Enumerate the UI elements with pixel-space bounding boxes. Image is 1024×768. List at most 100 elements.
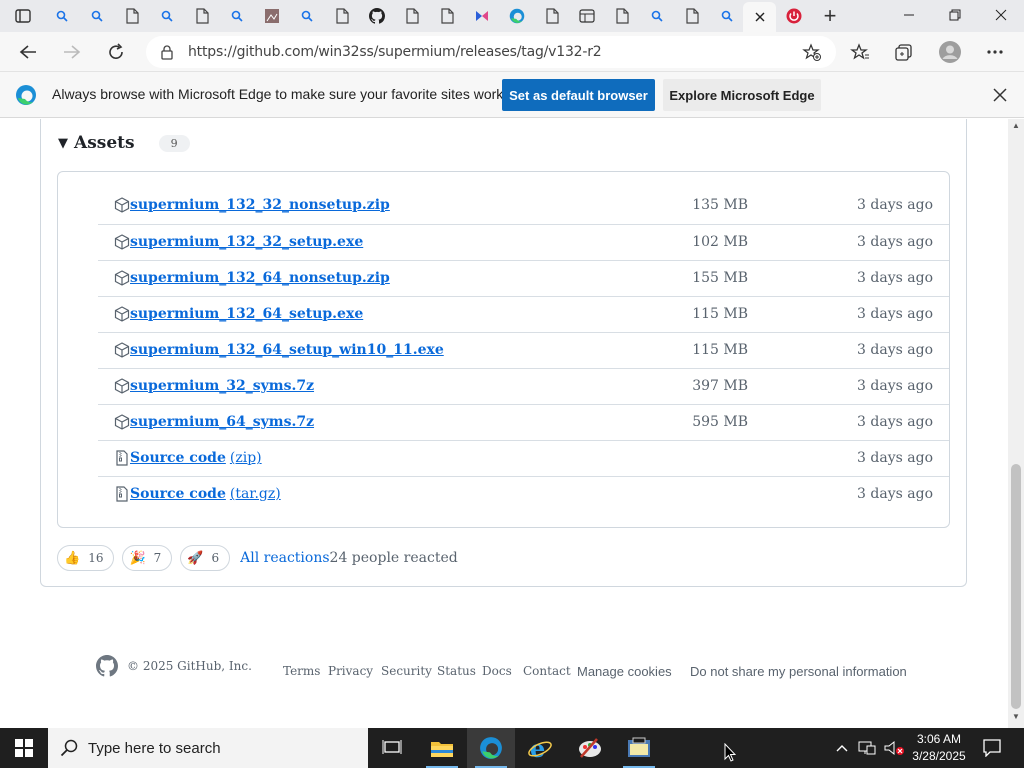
asset-download-link[interactable]: supermium_64_syms.7z: [130, 414, 314, 430]
asset-row: Source code (zip) 3 days ago: [98, 440, 949, 476]
site-footer: © 2025 GitHub, Inc. Terms Privacy Securi…: [0, 655, 1008, 685]
browser-tab[interactable]: [605, 2, 638, 32]
browser-tab[interactable]: [500, 2, 533, 32]
file-zip-icon: [114, 486, 130, 502]
profile-button[interactable]: [934, 36, 966, 68]
asset-format: (zip): [229, 450, 262, 466]
browser-tab[interactable]: [80, 2, 113, 32]
refresh-button[interactable]: [100, 36, 132, 68]
package-icon: [114, 414, 130, 430]
browser-tab[interactable]: [535, 2, 568, 32]
page-scrollbar[interactable]: ▲ ▼: [1008, 119, 1024, 728]
browser-tab[interactable]: [290, 2, 323, 32]
browser-tab[interactable]: [777, 2, 810, 32]
taskbar-file-explorer[interactable]: [418, 728, 466, 768]
back-button[interactable]: [12, 36, 44, 68]
search-icon: [231, 10, 243, 25]
grid-icon: [578, 8, 595, 26]
browser-tab[interactable]: [185, 2, 218, 32]
browser-tab[interactable]: [430, 2, 463, 32]
add-favorite-icon[interactable]: [802, 43, 822, 61]
browser-tab[interactable]: [570, 2, 603, 32]
browser-tab[interactable]: [45, 2, 78, 32]
windows-logo-icon: [15, 739, 33, 757]
taskbar-internet-explorer[interactable]: e: [516, 728, 564, 768]
assets-toggle[interactable]: ▼ Assets 9: [58, 133, 190, 153]
scroll-down-arrow-icon[interactable]: ▼: [1008, 712, 1024, 726]
close-infobar-button[interactable]: [988, 83, 1012, 107]
browser-tab[interactable]: [220, 2, 253, 32]
footer-link-contact[interactable]: Contact: [523, 664, 571, 678]
browser-tab[interactable]: [675, 2, 708, 32]
page-icon: [125, 7, 139, 27]
scroll-up-arrow-icon[interactable]: ▲: [1008, 121, 1024, 135]
thumbs-up-icon: 👍: [64, 550, 81, 566]
taskbar-edge[interactable]: [467, 728, 515, 768]
footer-link-terms[interactable]: Terms: [283, 664, 320, 678]
tab-actions-button[interactable]: [8, 4, 38, 28]
system-tray: [836, 728, 906, 768]
asset-download-link[interactable]: supermium_132_32_nonsetup.zip: [130, 197, 390, 213]
set-default-browser-button[interactable]: Set as default browser: [502, 79, 655, 111]
new-tab-button[interactable]: +: [815, 2, 845, 30]
start-button[interactable]: [0, 728, 48, 768]
file-zip-icon: [114, 450, 130, 466]
asset-download-link[interactable]: supermium_132_64_setup.exe: [130, 306, 363, 322]
volume-muted-icon[interactable]: [884, 740, 906, 756]
settings-menu-button[interactable]: [979, 36, 1011, 68]
asset-download-link[interactable]: Source code (zip): [130, 450, 262, 466]
favorites-button[interactable]: [844, 36, 876, 68]
default-browser-infobar: Always browse with Microsoft Edge to mak…: [0, 72, 1024, 118]
restore-button[interactable]: [932, 0, 978, 30]
address-bar[interactable]: https://github.com/win32ss/supermium/rel…: [146, 36, 836, 68]
browser-tab[interactable]: [115, 2, 148, 32]
asset-row: Source code (tar.gz) 3 days ago: [98, 476, 949, 512]
taskbar-search-box[interactable]: Type here to search: [48, 728, 368, 768]
package-icon: [114, 197, 130, 213]
browser-tab[interactable]: [325, 2, 358, 32]
reaction-rocket-button[interactable]: 🚀 6: [180, 545, 231, 571]
show-hidden-icons-icon[interactable]: [836, 744, 848, 752]
footer-link-security[interactable]: Security: [381, 664, 432, 678]
footer-link-status[interactable]: Status: [437, 664, 476, 678]
asset-size: 115 MB: [692, 342, 748, 358]
taskbar-app[interactable]: [615, 728, 663, 768]
browser-tab-active[interactable]: [743, 2, 776, 32]
browser-tab[interactable]: [360, 2, 393, 32]
asset-download-link[interactable]: supermium_132_32_setup.exe: [130, 234, 363, 250]
footer-link-do-not-share[interactable]: Do not share my personal information: [690, 664, 907, 679]
reaction-hooray-button[interactable]: 🎉 7: [122, 545, 173, 571]
url-text[interactable]: https://github.com/win32ss/supermium/rel…: [188, 44, 602, 60]
close-window-button[interactable]: [978, 0, 1024, 30]
browser-tab[interactable]: [395, 2, 428, 32]
edge-icon: [509, 8, 525, 27]
browser-tab[interactable]: [710, 2, 743, 32]
taskbar-paint-app[interactable]: [566, 728, 614, 768]
footer-link-manage-cookies[interactable]: Manage cookies: [577, 664, 672, 679]
browser-tab[interactable]: [255, 2, 288, 32]
reactions-bar: 👍 16 🎉 7 🚀 6 All reactions 24 people reacted: [57, 545, 458, 571]
asset-download-link[interactable]: supermium_32_syms.7z: [130, 378, 314, 394]
browser-tab[interactable]: [640, 2, 673, 32]
github-logo-icon[interactable]: [96, 655, 118, 677]
browser-tab[interactable]: [150, 2, 183, 32]
forward-button[interactable]: [56, 36, 88, 68]
minimize-button[interactable]: [886, 0, 932, 30]
collections-button[interactable]: [888, 36, 920, 68]
asset-row: supermium_132_64_setup.exe 115 MB 3 days a…: [98, 296, 949, 332]
footer-link-docs[interactable]: Docs: [482, 664, 512, 678]
close-icon[interactable]: [755, 10, 765, 25]
scroll-thumb[interactable]: [1011, 464, 1021, 709]
asset-download-link[interactable]: Source code (tar.gz): [130, 486, 281, 502]
browser-tab[interactable]: [465, 2, 498, 32]
asset-download-link[interactable]: supermium_132_64_setup_win10_11.exe: [130, 342, 444, 358]
network-icon[interactable]: [858, 740, 876, 756]
explore-edge-button[interactable]: Explore Microsoft Edge: [663, 79, 821, 111]
task-view-button[interactable]: [368, 728, 416, 768]
reaction-thumbs-up-button[interactable]: 👍 16: [57, 545, 115, 571]
taskbar-clock[interactable]: 3:06 AM 3/28/2025: [906, 731, 972, 765]
all-reactions-link[interactable]: All reactions: [240, 550, 329, 566]
notifications-button[interactable]: [976, 728, 1008, 768]
asset-download-link[interactable]: supermium_132_64_nonsetup.zip: [130, 270, 390, 286]
footer-link-privacy[interactable]: Privacy: [328, 664, 373, 678]
